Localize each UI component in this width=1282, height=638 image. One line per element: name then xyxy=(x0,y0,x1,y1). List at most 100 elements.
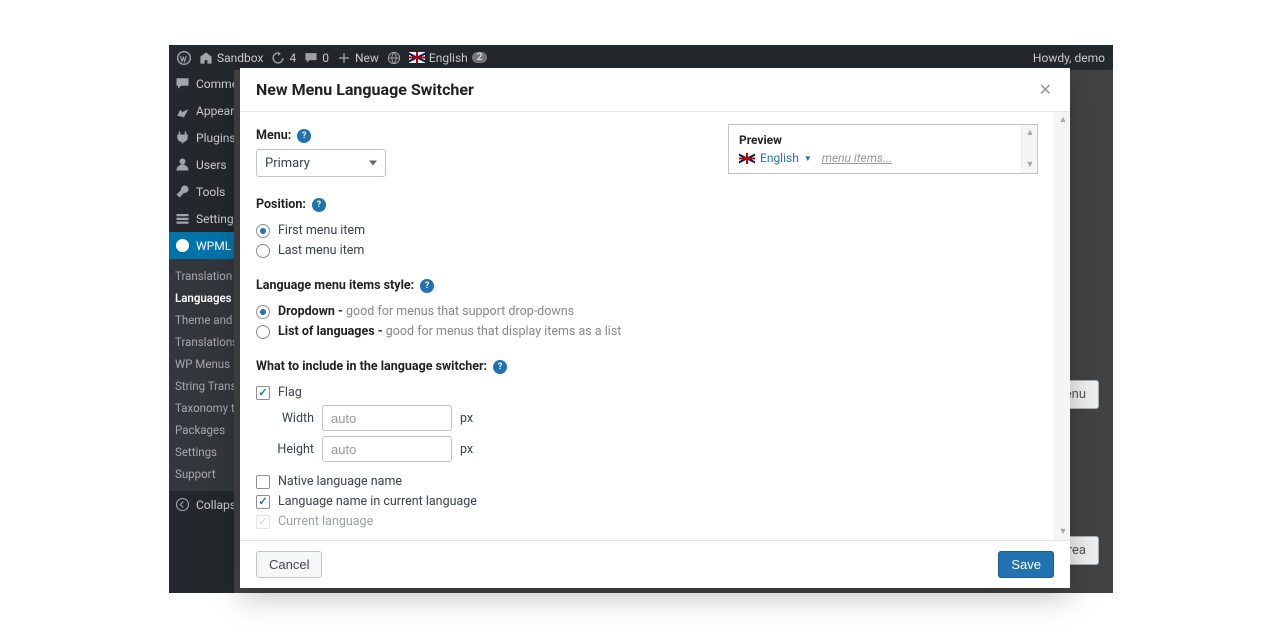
wp-logo[interactable] xyxy=(177,51,191,65)
comments-count: 0 xyxy=(322,51,329,65)
preview-scrollbar[interactable]: ▲ ▼ xyxy=(1021,125,1037,173)
sidebar-label: WPML xyxy=(196,239,231,253)
option-label: Current language xyxy=(278,514,373,529)
menu-select-value: Primary xyxy=(265,156,310,171)
comments[interactable]: 0 xyxy=(304,51,329,65)
help-icon[interactable]: ? xyxy=(312,198,326,212)
submenu-string-trans[interactable]: String Trans xyxy=(169,375,234,397)
scroll-down-icon[interactable]: ▼ xyxy=(1057,526,1069,538)
sidebar-item-settings[interactable]: Setting xyxy=(169,205,234,232)
language-bar-label: English xyxy=(429,51,468,65)
sidebar-collapse[interactable]: Collaps xyxy=(169,491,234,518)
checkbox-icon[interactable] xyxy=(256,515,270,529)
option-label: Flag xyxy=(278,385,302,400)
option-label: Last menu item xyxy=(278,243,364,258)
help-icon[interactable]: ? xyxy=(493,360,507,374)
scroll-up-icon[interactable]: ▲ xyxy=(1024,127,1036,139)
save-button[interactable]: Save xyxy=(998,551,1054,578)
new-content[interactable]: New xyxy=(337,51,379,65)
option-label: Language name in current language xyxy=(278,494,477,509)
sidebar-label: Plugins xyxy=(196,131,234,145)
preview-language-link[interactable]: English ▼ xyxy=(739,151,812,165)
modal-header: New Menu Language Switcher ✕ xyxy=(240,68,1070,112)
language-switcher-modal: New Menu Language Switcher ✕ Menu: ? xyxy=(240,68,1070,588)
submenu-translations[interactable]: Translations xyxy=(169,331,234,353)
checkbox-icon[interactable] xyxy=(256,386,270,400)
unit-label: px xyxy=(460,442,473,457)
submenu-settings[interactable]: Settings xyxy=(169,441,234,463)
sidebar-item-comments[interactable]: Comme xyxy=(169,70,234,97)
include-current-lang-name-option[interactable]: Language name in current language xyxy=(256,494,708,509)
style-label: Language menu items style: ? xyxy=(256,278,434,293)
updates[interactable]: 4 xyxy=(271,51,296,65)
sidebar-label: Comme xyxy=(196,77,234,91)
sidebar-item-tools[interactable]: Tools xyxy=(169,178,234,205)
scroll-down-icon[interactable]: ▼ xyxy=(1024,159,1036,171)
sidebar-label: Appear xyxy=(196,104,234,118)
option-label: Dropdown - good for menus that support d… xyxy=(278,304,574,319)
radio-icon[interactable] xyxy=(256,305,270,319)
close-icon[interactable]: ✕ xyxy=(1037,78,1054,101)
unit-label: px xyxy=(460,411,473,426)
submenu-languages[interactable]: Languages xyxy=(169,287,234,309)
admin-sidebar: Comme Appear Plugins Users Tools xyxy=(169,70,234,593)
radio-icon[interactable] xyxy=(256,244,270,258)
sidebar-item-appearance[interactable]: Appear xyxy=(169,97,234,124)
language-bar[interactable]: English 2 xyxy=(409,51,487,65)
submenu-support[interactable]: Support xyxy=(169,463,234,485)
scroll-up-icon[interactable]: ▲ xyxy=(1057,114,1069,126)
submenu-taxonomy[interactable]: Taxonomy t xyxy=(169,397,234,419)
flag-width-row: Width px xyxy=(276,405,708,431)
admin-bar: Sandbox 4 0 New xyxy=(169,45,1113,70)
flag-width-input[interactable] xyxy=(322,405,452,431)
modal-scrollbar[interactable]: ▲ ▼ xyxy=(1054,112,1070,540)
flag-uk-icon xyxy=(409,52,425,63)
sidebar-item-plugins[interactable]: Plugins xyxy=(169,124,234,151)
option-label: Native language name xyxy=(278,474,402,489)
modal-body: Menu: ? Primary Position: ? xyxy=(240,112,1070,541)
radio-icon[interactable] xyxy=(256,325,270,339)
dim-label: Width xyxy=(276,411,314,426)
updates-count: 4 xyxy=(289,51,296,65)
dim-label: Height xyxy=(276,442,314,457)
radio-icon[interactable] xyxy=(256,224,270,238)
site-name[interactable]: Sandbox xyxy=(199,51,263,65)
sidebar-item-wpml[interactable]: WPML xyxy=(169,232,234,259)
sidebar-label: Setting xyxy=(196,212,234,226)
include-flag-option[interactable]: Flag xyxy=(256,385,708,400)
include-current-lang-option[interactable]: Current language xyxy=(256,514,708,529)
checkbox-icon[interactable] xyxy=(256,475,270,489)
submenu-translation-management[interactable]: Translation Management xyxy=(169,265,234,287)
submenu-wp-menus[interactable]: WP Menus xyxy=(169,353,234,375)
sidebar-label: Tools xyxy=(196,185,225,199)
lang-count-badge: 2 xyxy=(472,52,488,63)
checkbox-icon[interactable] xyxy=(256,495,270,509)
help-icon[interactable]: ? xyxy=(420,279,434,293)
submenu-packages[interactable]: Packages xyxy=(169,419,234,441)
position-first-option[interactable]: First menu item xyxy=(256,223,708,238)
menu-select[interactable]: Primary xyxy=(256,149,386,177)
preview-menu-items-link[interactable]: menu items... xyxy=(822,151,892,165)
style-dropdown-option[interactable]: Dropdown - good for menus that support d… xyxy=(256,304,708,319)
preview-title: Preview xyxy=(739,133,1015,147)
include-label: What to include in the language switcher… xyxy=(256,359,507,374)
flag-height-input[interactable] xyxy=(322,436,452,462)
style-list-option[interactable]: List of languages - good for menus that … xyxy=(256,324,708,339)
help-icon[interactable]: ? xyxy=(297,129,311,143)
include-native-name-option[interactable]: Native language name xyxy=(256,474,708,489)
position-label: Position: ? xyxy=(256,197,326,212)
preview-lang-label: English xyxy=(760,151,799,165)
wpml-icon[interactable] xyxy=(387,51,401,65)
modal-title: New Menu Language Switcher xyxy=(256,80,474,99)
new-label: New xyxy=(355,51,379,65)
sidebar-item-users[interactable]: Users xyxy=(169,151,234,178)
flag-height-row: Height px xyxy=(276,436,708,462)
sidebar-label: Users xyxy=(196,158,227,172)
option-label: List of languages - good for menus that … xyxy=(278,324,621,339)
menu-label: Menu: ? xyxy=(256,128,311,143)
howdy[interactable]: Howdy, demo xyxy=(1033,51,1105,65)
position-last-option[interactable]: Last menu item xyxy=(256,243,708,258)
sidebar-submenu: Translation Management Languages Theme a… xyxy=(169,259,234,491)
submenu-theme-localization[interactable]: Theme and localization xyxy=(169,309,234,331)
cancel-button[interactable]: Cancel xyxy=(256,551,322,578)
